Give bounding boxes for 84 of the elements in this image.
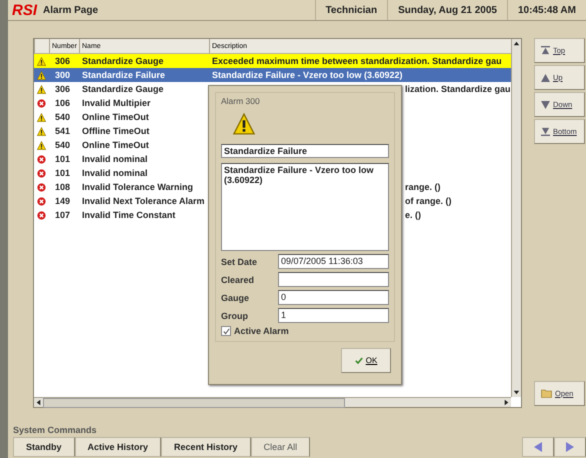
command-button[interactable]: Active History bbox=[74, 437, 162, 457]
description-cell: Standardize Failure - Vzero too low (3.60922) bbox=[212, 70, 403, 80]
warning-icon bbox=[233, 113, 255, 135]
error-icon bbox=[37, 98, 46, 108]
name-cell: Online TimeOut bbox=[82, 140, 149, 150]
logo: RSI bbox=[11, 2, 38, 18]
previous-button[interactable] bbox=[522, 437, 554, 457]
description-cell: lization. Standardize gau bbox=[405, 84, 511, 94]
warning-icon bbox=[37, 126, 46, 136]
field-label: Group bbox=[221, 310, 249, 320]
field-label: Set Date bbox=[221, 256, 258, 266]
warning-icon bbox=[37, 112, 46, 122]
description-field[interactable]: Standardize Failure - Vzero too low (3.60922) bbox=[221, 163, 389, 251]
error-icon bbox=[37, 182, 46, 192]
command-button[interactable]: Recent History bbox=[161, 437, 251, 457]
description-cell: e. () bbox=[405, 210, 422, 220]
next-button[interactable] bbox=[554, 437, 586, 457]
dialog-title: Alarm 300 bbox=[221, 96, 260, 106]
alarm-row[interactable]: 306 Standardize Gauge Exceeded maximum time between standardization. Standardize gau bbox=[34, 54, 511, 68]
name-cell: Invalid nominal bbox=[82, 168, 148, 178]
alarm-row[interactable]: 300 Standardize Failure Standardize Failure - Vzero too low (3.60922) bbox=[34, 68, 511, 82]
name-cell: Invalid Next Tolerance Alarm bbox=[82, 196, 205, 206]
checkbox[interactable] bbox=[221, 326, 231, 336]
warning-icon bbox=[37, 140, 46, 150]
first-icon bbox=[541, 46, 550, 55]
name-cell: Standardize Failure bbox=[82, 70, 166, 80]
name-cell: Offline TimeOut bbox=[82, 126, 150, 136]
scroll-right-icon[interactable] bbox=[502, 398, 511, 407]
section-title: System Commands bbox=[12, 425, 97, 435]
down-arrow-icon bbox=[541, 100, 550, 108]
description-cell: of range. () bbox=[405, 196, 452, 206]
last-icon bbox=[541, 127, 550, 136]
description-cell: Exceeded maximum time between standardization. Standardize gau bbox=[212, 56, 502, 66]
page-title: Alarm Page bbox=[43, 4, 100, 16]
description-cell: range. () bbox=[405, 182, 441, 192]
number-cell: 101 bbox=[55, 154, 70, 164]
input-field[interactable] bbox=[278, 272, 389, 287]
horizontal-scrollbar[interactable] bbox=[34, 397, 511, 407]
number-cell: 149 bbox=[55, 196, 70, 206]
field-label: Cleared bbox=[221, 274, 256, 284]
name-cell: Standardize Gauge bbox=[82, 56, 164, 66]
input-field[interactable]: 0 bbox=[278, 290, 389, 305]
warning-icon bbox=[37, 70, 46, 80]
scroll-down-icon[interactable] bbox=[512, 388, 521, 397]
field-label: Gauge bbox=[221, 292, 250, 302]
up-arrow-icon bbox=[541, 74, 550, 82]
left-arrow-icon bbox=[534, 442, 542, 452]
number-cell: 541 bbox=[55, 126, 70, 136]
number-cell: 107 bbox=[55, 210, 70, 220]
number-cell: 300 bbox=[55, 70, 70, 80]
name-cell: Invalid nominal bbox=[82, 154, 148, 164]
number-cell: 108 bbox=[55, 182, 70, 192]
folder-icon bbox=[541, 389, 552, 398]
name-field[interactable]: Standardize Failure bbox=[221, 144, 389, 158]
name-cell: Online TimeOut bbox=[82, 112, 149, 122]
error-icon bbox=[37, 210, 46, 220]
scroll-left-icon[interactable] bbox=[34, 398, 43, 407]
number-cell: 540 bbox=[55, 140, 70, 150]
error-icon bbox=[37, 154, 46, 164]
warning-icon bbox=[37, 56, 46, 66]
scroll-up-icon[interactable] bbox=[512, 39, 521, 48]
ok-button[interactable]: OK bbox=[341, 348, 391, 373]
user-label: Technician bbox=[314, 0, 388, 20]
number-cell: 540 bbox=[55, 112, 70, 122]
right-arrow-icon bbox=[566, 442, 574, 452]
number-cell: 101 bbox=[55, 168, 70, 178]
number-cell: 306 bbox=[55, 56, 70, 66]
time-label: 10:45:48 AM bbox=[507, 0, 586, 20]
checkbox-label: Active Alarm bbox=[234, 326, 289, 336]
error-icon bbox=[37, 168, 46, 178]
check-icon bbox=[354, 357, 363, 364]
name-cell: Invalid Tolerance Warning bbox=[82, 182, 194, 192]
name-cell: Invalid Time Constant bbox=[82, 210, 176, 220]
name-cell: Invalid Multipier bbox=[82, 98, 151, 108]
command-button[interactable]: Standby bbox=[13, 437, 75, 457]
error-icon bbox=[37, 196, 46, 206]
input-field[interactable]: 09/07/2005 11:36:03 bbox=[278, 254, 389, 269]
name-cell: Standardize Gauge bbox=[82, 84, 164, 94]
number-cell: 306 bbox=[55, 84, 70, 94]
date-label: Sunday, Aug 21 2005 bbox=[387, 0, 507, 20]
number-cell: 106 bbox=[55, 98, 70, 108]
warning-icon bbox=[37, 84, 46, 94]
input-field[interactable]: 1 bbox=[278, 308, 389, 323]
vertical-scrollbar[interactable] bbox=[511, 39, 521, 397]
